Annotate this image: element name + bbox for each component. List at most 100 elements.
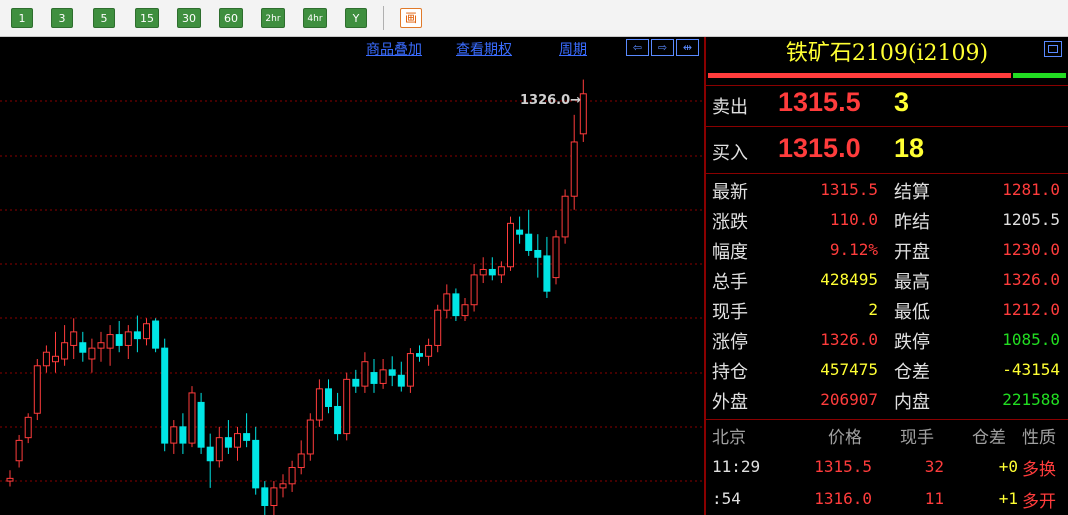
candle-body <box>443 293 451 311</box>
stat-row: 持仓 457475 仓差 -43154 <box>706 355 1068 385</box>
view-options-link[interactable]: 查看期权 <box>456 39 512 59</box>
candle-body <box>525 233 533 251</box>
candle-body <box>370 372 378 384</box>
contract-title: 铁矿石2109(i2109) <box>785 41 989 66</box>
candle <box>361 352 369 393</box>
candle-body <box>470 274 478 306</box>
period-60min-button[interactable]: 60 <box>219 8 243 28</box>
period-1min-button[interactable]: 1 <box>11 8 33 28</box>
candle <box>461 297 469 322</box>
candle-body <box>270 487 278 507</box>
candle-body <box>33 365 41 414</box>
period-3min-button[interactable]: 3 <box>51 8 73 28</box>
candle <box>470 264 478 312</box>
candle <box>534 234 542 278</box>
candle-body <box>188 392 196 444</box>
tick-nature: 多换 <box>1022 460 1056 480</box>
stat-label: 幅度 <box>712 242 748 263</box>
tick-nature: 多开 <box>1022 492 1056 512</box>
candle-body <box>224 437 232 448</box>
stat-label: 最高 <box>894 272 930 293</box>
period-15min-button[interactable]: 15 <box>135 8 159 28</box>
high-price-label: 1326.0→ <box>520 93 582 108</box>
candle <box>297 440 305 475</box>
candle <box>579 79 587 142</box>
candle <box>88 338 96 373</box>
candle <box>388 356 396 387</box>
candle-body <box>325 388 332 407</box>
buy-row[interactable]: 买入 1315.0 18 <box>706 131 1068 171</box>
tick-row: 11:29 1315.5 32 +0 多换 <box>706 453 1068 483</box>
draw-tool-icon[interactable]: 画 <box>400 8 422 28</box>
stat-value: 428495 <box>820 270 878 289</box>
candle-body <box>288 467 296 485</box>
window-toggle-icon[interactable] <box>1044 41 1062 57</box>
period-toolbar: 1 3 5 15 30 60 2hr 4hr Y 画 <box>0 0 1068 37</box>
sell-price: 1315.5 <box>778 87 861 117</box>
arrow-left-icon[interactable]: ⇦ <box>626 39 649 56</box>
quote-panel: 铁矿石2109(i2109) 卖出 1315.5 3 买入 1315.0 18 … <box>704 37 1068 515</box>
expand-icon[interactable]: ⇹ <box>676 39 699 56</box>
stat-value: 1326.0 <box>1002 270 1060 289</box>
period-2hr-button[interactable]: 2hr <box>261 8 285 28</box>
divider <box>706 126 1068 127</box>
candle <box>61 325 69 366</box>
candle-body <box>334 405 342 435</box>
sell-volume: 3 <box>894 87 910 117</box>
candle <box>243 413 251 448</box>
candle-body <box>152 320 160 349</box>
arrow-right-icon[interactable]: ⇨ <box>651 39 674 56</box>
candle-body <box>534 249 542 258</box>
candle <box>370 359 378 393</box>
candle-body <box>161 347 169 444</box>
candle-body <box>170 426 178 444</box>
period-4hr-button[interactable]: 4hr <box>303 8 327 28</box>
sell-row[interactable]: 卖出 1315.5 3 <box>706 85 1068 125</box>
candle-body <box>416 353 423 357</box>
candle-body <box>52 355 59 363</box>
stat-value: 1315.5 <box>820 180 878 199</box>
stat-value: 110.0 <box>829 210 878 229</box>
stat-label: 最低 <box>894 302 930 323</box>
stat-value: 206907 <box>820 390 878 409</box>
candle-body <box>279 483 287 489</box>
tick-header-volume: 现手 <box>900 428 934 448</box>
stat-label: 现手 <box>712 302 748 323</box>
stat-row: 幅度 9.12% 开盘 1230.0 <box>706 235 1068 265</box>
candle-body <box>561 195 569 238</box>
candle-body <box>479 268 487 276</box>
candle-body <box>24 416 32 439</box>
candle-body <box>388 369 396 376</box>
candle <box>270 481 278 515</box>
tick-time: :54 <box>712 489 741 508</box>
kline-chart[interactable]: 商品叠加 查看期权 周期 ⇦ ⇨ ⇹ 1326.0→ <box>0 37 703 515</box>
period-30min-button[interactable]: 30 <box>177 8 201 28</box>
tick-volume: 11 <box>924 489 944 508</box>
candle <box>570 114 578 210</box>
candle-body <box>61 342 69 360</box>
candle <box>288 460 296 492</box>
candle <box>15 434 23 468</box>
candle-body <box>234 433 241 448</box>
overlay-commodity-link[interactable]: 商品叠加 <box>366 39 422 59</box>
stat-value: 457475 <box>820 360 878 379</box>
stat-value: 221588 <box>1002 390 1060 409</box>
candle <box>261 481 269 515</box>
stat-label: 涨跌 <box>712 212 748 233</box>
candle <box>343 372 351 441</box>
period-year-button[interactable]: Y <box>345 8 367 28</box>
period-5min-button[interactable]: 5 <box>93 8 115 28</box>
candle-body <box>306 419 314 455</box>
tick-row: :54 1316.0 11 +1 多开 <box>706 485 1068 515</box>
toolbar-divider <box>383 6 384 30</box>
candle-body <box>15 439 23 462</box>
candle <box>52 331 59 373</box>
period-link[interactable]: 周期 <box>559 39 587 59</box>
candle-body <box>434 309 442 346</box>
candle-body <box>42 351 50 367</box>
candle <box>24 413 32 444</box>
buy-label: 买入 <box>712 143 748 164</box>
candle-body <box>343 378 351 435</box>
candle-body <box>379 369 387 384</box>
stat-value: -43154 <box>1002 360 1060 379</box>
